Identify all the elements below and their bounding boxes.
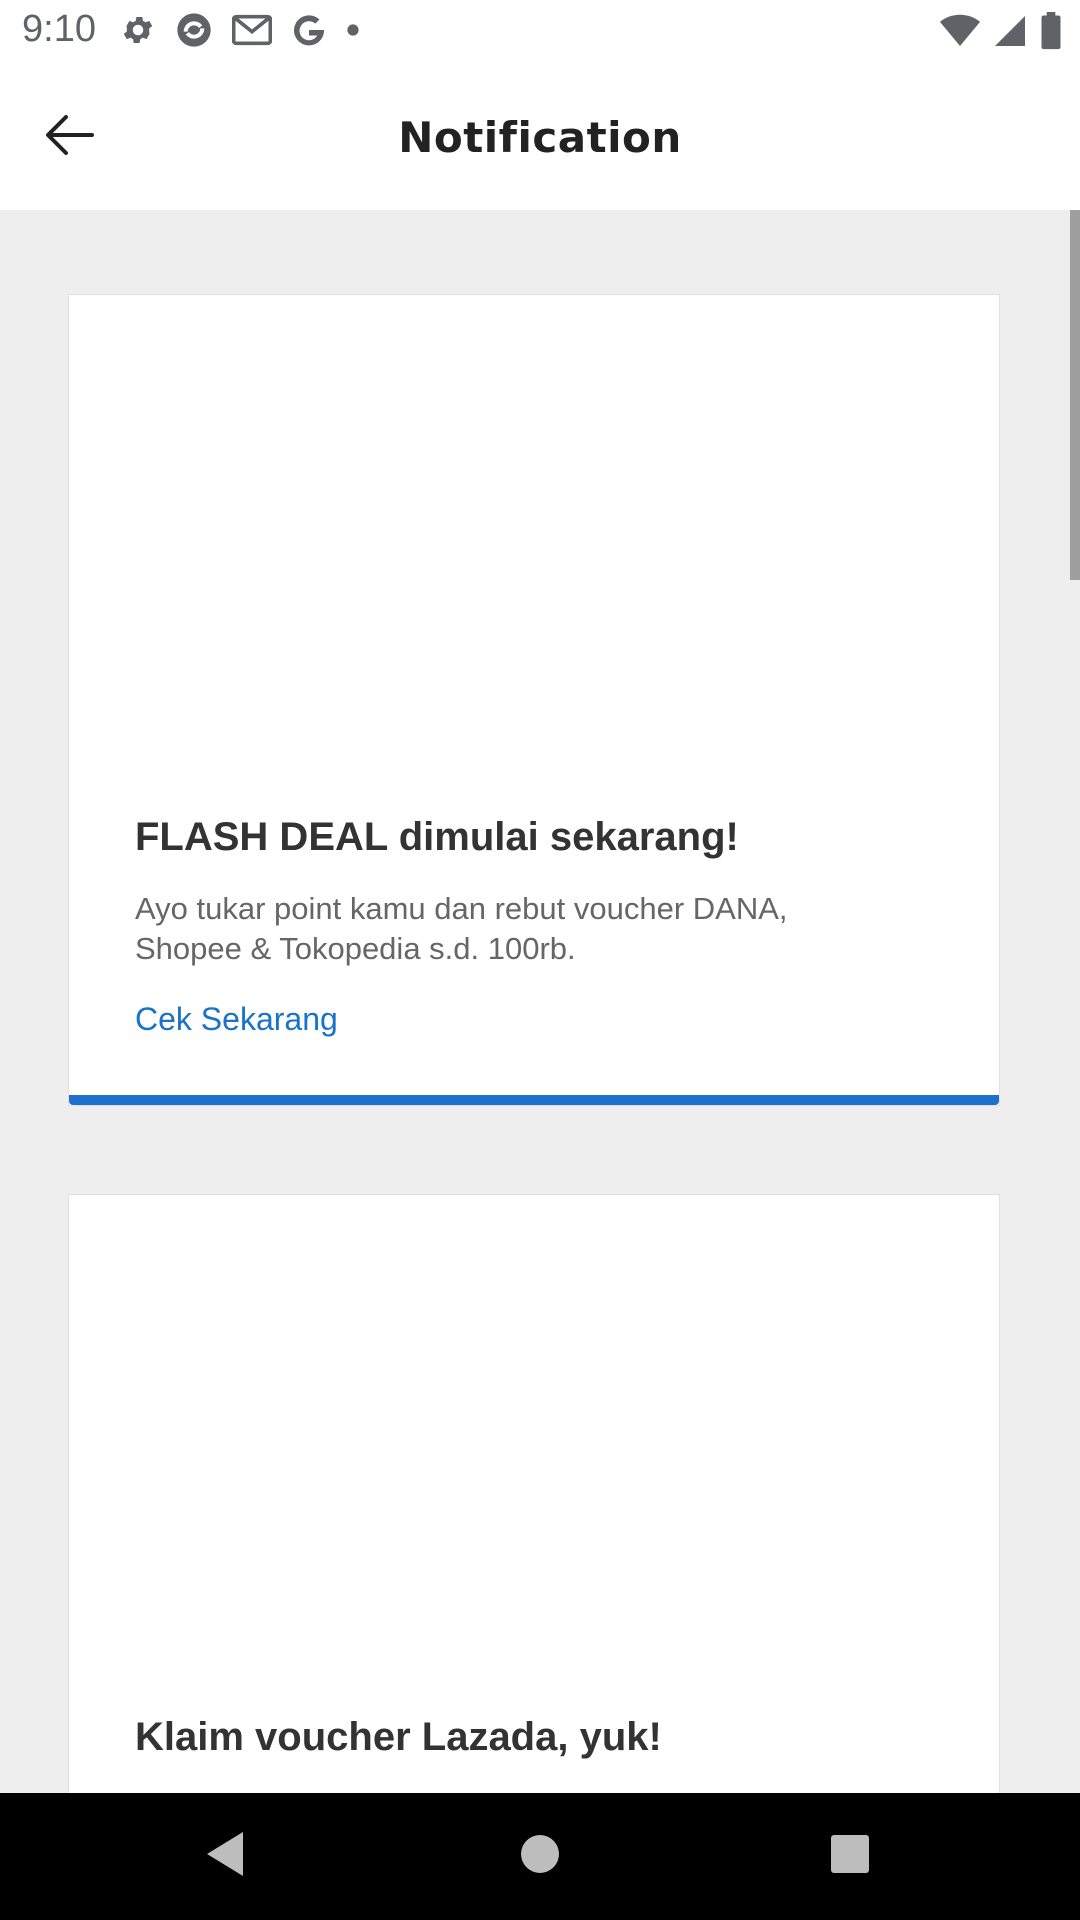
status-icons-right bbox=[940, 12, 1062, 55]
battery-icon bbox=[1040, 12, 1062, 55]
status-time: 9:10 bbox=[22, 8, 96, 50]
status-icons-left bbox=[120, 10, 360, 55]
card-accent-bar bbox=[69, 1095, 999, 1105]
notification-body: Ayo tukar point kamu dan rebut voucher D… bbox=[135, 891, 788, 966]
notification-list[interactable]: FLASH DEAL dimulai sekarang! Ayo tukar p… bbox=[0, 210, 1080, 1793]
notification-image bbox=[69, 295, 999, 785]
system-nav-bar bbox=[0, 1793, 1080, 1920]
page-title: Notification bbox=[398, 113, 682, 162]
notification-card[interactable]: FLASH DEAL dimulai sekarang! Ayo tukar p… bbox=[68, 294, 1000, 1106]
notification-image bbox=[69, 1195, 999, 1685]
notification-title: FLASH DEAL dimulai sekarang! bbox=[135, 815, 739, 859]
nav-home-button[interactable] bbox=[470, 1793, 610, 1920]
notification-dot-icon bbox=[346, 23, 360, 42]
sync-app-icon bbox=[174, 10, 214, 55]
google-g-icon bbox=[290, 11, 328, 54]
app-bar: Notification bbox=[0, 63, 1080, 210]
status-bar: 9:10 bbox=[0, 0, 1080, 63]
notification-card[interactable]: Klaim voucher Lazada, yuk! bbox=[68, 1194, 1000, 1793]
nav-recents-icon bbox=[830, 1834, 870, 1879]
nav-recents-button[interactable] bbox=[780, 1793, 920, 1920]
nav-back-button[interactable] bbox=[155, 1793, 295, 1920]
gmail-icon bbox=[231, 12, 273, 53]
settings-gear-icon bbox=[120, 12, 156, 53]
scrollbar[interactable] bbox=[1070, 210, 1080, 580]
notification-title: Klaim voucher Lazada, yuk! bbox=[135, 1715, 662, 1759]
cek-sekarang-link[interactable]: Cek Sekarang bbox=[135, 1001, 338, 1038]
nav-back-icon bbox=[203, 1830, 247, 1883]
nav-home-icon bbox=[520, 1834, 560, 1879]
cell-signal-icon bbox=[992, 13, 1028, 54]
wifi-icon bbox=[940, 14, 980, 53]
